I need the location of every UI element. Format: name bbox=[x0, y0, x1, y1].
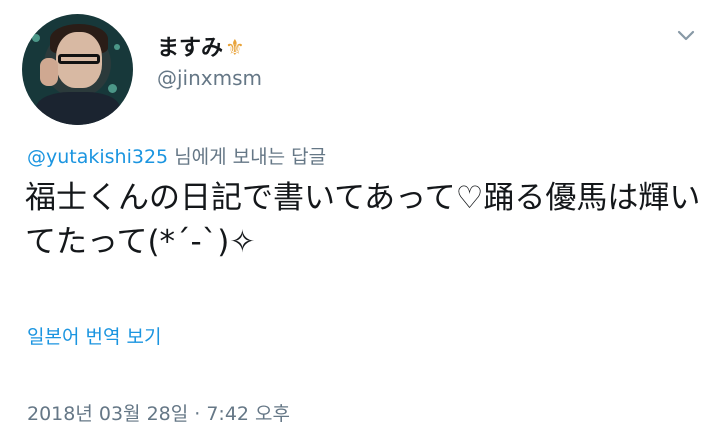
avatar-hand bbox=[40, 58, 58, 86]
reply-context: @yutakishi325 님에게 보내는 답글 bbox=[27, 142, 326, 169]
tweet-text: 福士くんの日記で書いてあって♡踊る優馬は輝いてたって(*´-`)✧ bbox=[25, 180, 701, 260]
tweet-timestamp[interactable]: 2018년 03월 28일 · 7:42 오후 bbox=[27, 399, 290, 426]
reply-mention-link[interactable]: @yutakishi325 bbox=[27, 146, 168, 168]
user-handle[interactable]: @jinxmsm bbox=[157, 66, 262, 90]
display-name[interactable]: ますみ⚜ bbox=[157, 30, 245, 62]
avatar-suit bbox=[36, 92, 120, 125]
avatar-glasses bbox=[58, 54, 100, 64]
avatar[interactable] bbox=[22, 14, 133, 125]
display-name-text: ますみ bbox=[157, 36, 224, 61]
sparkle-decoration bbox=[108, 84, 117, 93]
sparkle-decoration bbox=[32, 34, 40, 42]
chevron-down-icon[interactable] bbox=[676, 26, 696, 46]
reply-suffix: 님에게 보내는 답글 bbox=[168, 146, 327, 168]
fleur-de-lis-icon: ⚜ bbox=[225, 36, 245, 61]
translate-link[interactable]: 일본어 번역 보기 bbox=[27, 322, 161, 349]
sparkle-decoration bbox=[114, 44, 120, 50]
